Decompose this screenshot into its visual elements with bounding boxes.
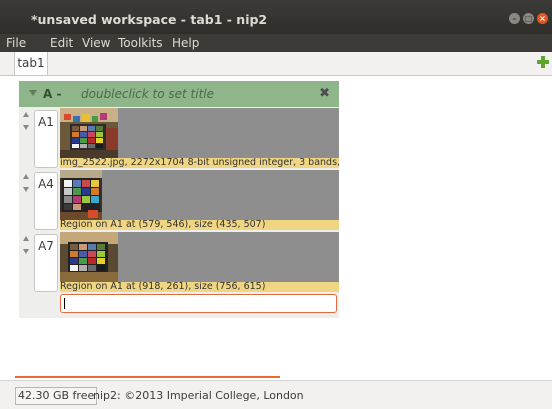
window-title: *unsaved workspace - tab1 - nip2	[31, 12, 268, 27]
column-title-hint[interactable]: doubleclick to set title	[81, 87, 214, 101]
menu-view[interactable]: View	[82, 36, 110, 50]
row-label[interactable]: A7	[34, 234, 58, 292]
menu-edit[interactable]: Edit	[50, 36, 73, 50]
row-label[interactable]: A1	[34, 110, 58, 168]
menu-help[interactable]: Help	[172, 36, 199, 50]
column-a: A - doubleclick to set title ✖ A1 img_25…	[19, 81, 339, 318]
menu-bar: File Edit View Toolkits Help	[0, 34, 552, 52]
maximize-button[interactable]: □	[523, 13, 534, 24]
image-thumbnail	[60, 232, 118, 282]
row-caption: Region on A1 at (579, 546), size (435, 5…	[60, 220, 339, 230]
column-header[interactable]: A - doubleclick to set title ✖	[19, 81, 339, 107]
row-caption: img_2522.jpg, 2272x1704 8-bit unsigned i…	[60, 158, 339, 168]
progress-bar	[15, 376, 280, 378]
updown-icon[interactable]	[23, 112, 31, 140]
menu-file[interactable]: File	[6, 36, 26, 50]
status-bar: 42.30 GB free nip2: ©2013 Imperial Colle…	[0, 380, 552, 409]
disk-free-indicator: 42.30 GB free	[15, 387, 98, 405]
image-thumbnail	[60, 170, 102, 220]
title-bar: *unsaved workspace - tab1 - nip2 – □ ×	[0, 0, 552, 34]
row-a7: A7 Region on A1 at (918, 261), size (756…	[19, 232, 339, 292]
plus-icon[interactable]	[537, 56, 549, 68]
image-view[interactable]: Region on A1 at (579, 546), size (435, 5…	[60, 170, 339, 230]
row-caption: Region on A1 at (918, 261), size (756, 6…	[60, 282, 339, 292]
row-a4: A4 Region on A1 at (579, 546), size (435…	[19, 170, 339, 230]
close-button[interactable]: ×	[537, 13, 548, 24]
updown-icon[interactable]	[23, 174, 31, 202]
tab-tab1[interactable]: tab1	[14, 52, 48, 75]
copyright-text: nip2: ©2013 Imperial College, London	[93, 389, 304, 402]
tab-bar: tab1	[0, 52, 552, 76]
close-icon[interactable]: ✖	[319, 86, 330, 101]
row-a1: A1 img_2522.jpg, 2272x1704 8-bit unsigne…	[19, 108, 339, 168]
workspace-area: A - doubleclick to set title ✖ A1 img_25…	[0, 76, 552, 379]
menu-toolkits[interactable]: Toolkits	[118, 36, 163, 50]
collapse-arrow-icon[interactable]	[29, 90, 37, 96]
text-cursor	[64, 298, 65, 309]
command-entry[interactable]	[60, 294, 337, 313]
column-name: A -	[43, 87, 62, 101]
minimize-button[interactable]: –	[509, 13, 520, 24]
image-view[interactable]: img_2522.jpg, 2272x1704 8-bit unsigned i…	[60, 108, 339, 168]
image-thumbnail	[60, 108, 118, 158]
image-view[interactable]: Region on A1 at (918, 261), size (756, 6…	[60, 232, 339, 292]
updown-icon[interactable]	[23, 236, 31, 264]
row-label[interactable]: A4	[34, 172, 58, 230]
